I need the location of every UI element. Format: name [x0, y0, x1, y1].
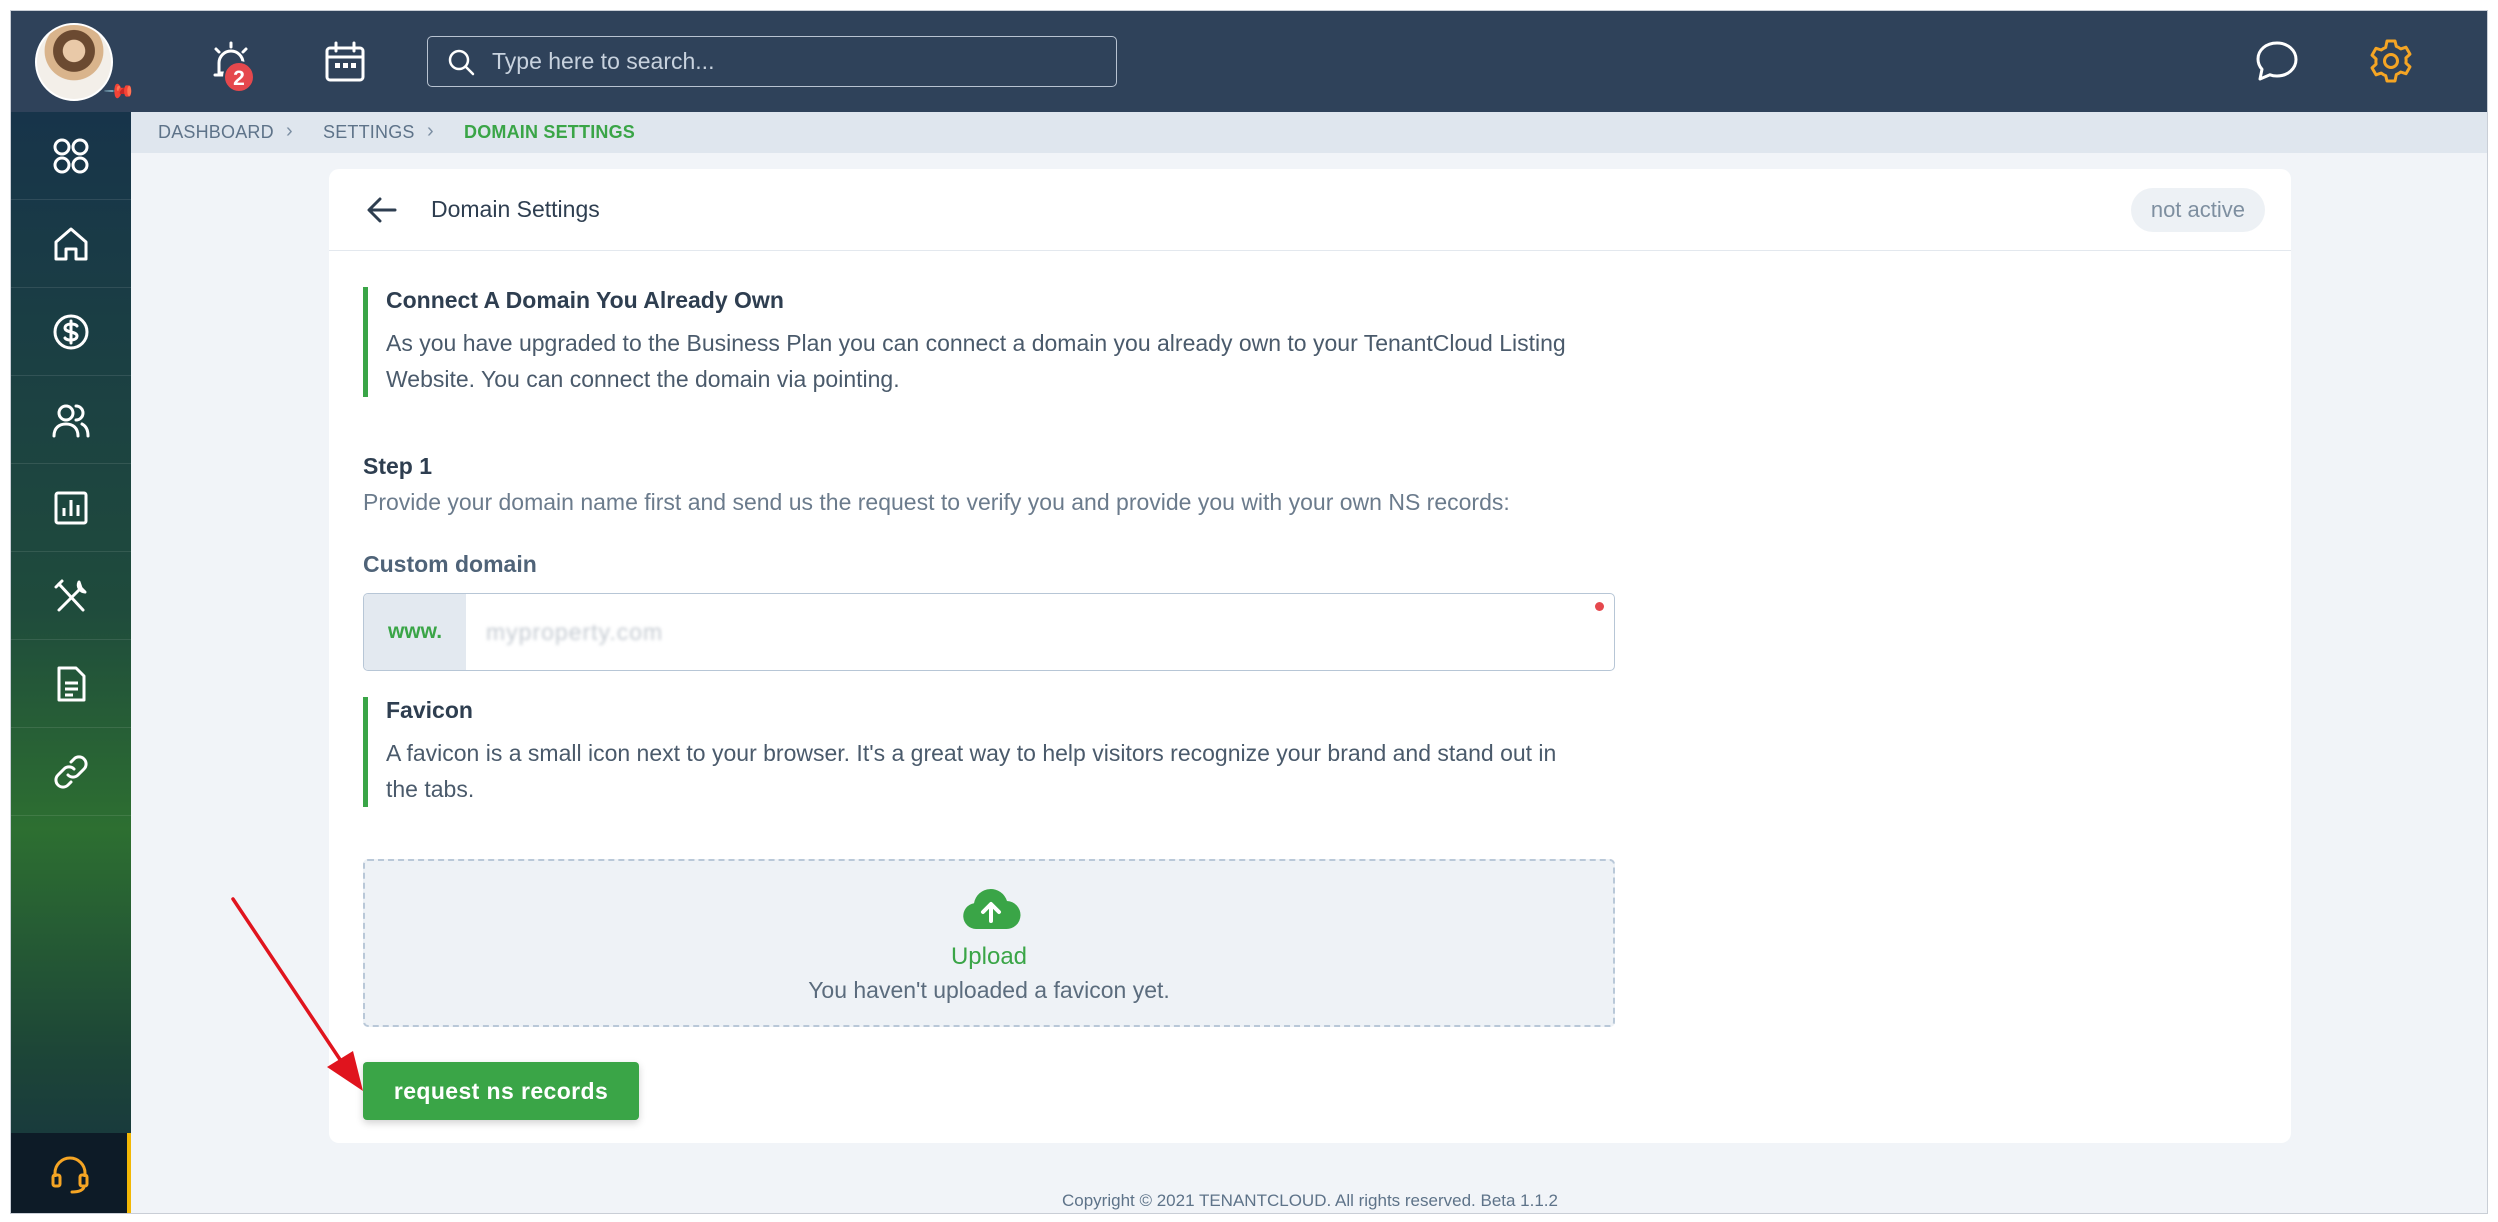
- connect-domain-text-line2: Website. You can connect the domain via …: [386, 366, 900, 392]
- user-avatar[interactable]: [35, 23, 113, 101]
- chevron-right-icon: ›: [427, 120, 434, 142]
- card-header: Domain Settings not active: [329, 169, 2291, 251]
- sidebar-item-reports[interactable]: [11, 464, 131, 552]
- sidebar-item-documents[interactable]: [11, 640, 131, 728]
- settings-gear-icon[interactable]: [2367, 37, 2415, 85]
- annotation-arrow-icon: [231, 897, 363, 1091]
- chat-icon[interactable]: [2253, 37, 2301, 85]
- top-bar: 📌 2: [11, 11, 2487, 112]
- favicon-info: Favicon A favicon is a small icon next t…: [363, 697, 1621, 807]
- upload-label[interactable]: Upload: [365, 943, 1613, 971]
- global-search[interactable]: [427, 36, 1117, 87]
- copyright-footer: Copyright © 2021 TENANTCLOUD. All rights…: [1062, 1191, 1558, 1210]
- notifications-badge: 2: [223, 61, 255, 93]
- upload-hint: You haven't uploaded a favicon yet.: [808, 977, 1170, 1003]
- dollar-icon: [53, 314, 89, 350]
- app-window: 📌 2 Type here to search... DASHBOARD › S…: [10, 10, 2488, 1214]
- document-icon: [57, 666, 86, 702]
- favicon-title: Favicon: [386, 697, 473, 723]
- breadcrumb: DASHBOARD › SETTINGS › DOMAIN SETTINGS: [131, 112, 2487, 153]
- home-icon: [54, 227, 88, 261]
- cloud-upload-icon: [963, 889, 1021, 930]
- sidebar-item-properties[interactable]: [11, 200, 131, 288]
- custom-domain-label: Custom domain: [363, 551, 537, 577]
- sidebar-item-accounting[interactable]: [11, 288, 131, 376]
- request-ns-records-button[interactable]: request ns records: [363, 1062, 639, 1120]
- favicon-text-line2: the tabs.: [386, 776, 475, 802]
- back-arrow-icon[interactable]: [365, 195, 399, 225]
- breadcrumb-settings[interactable]: SETTINGS: [323, 122, 415, 143]
- step-title: Step 1: [363, 453, 433, 479]
- sidebar-item-listings[interactable]: [11, 728, 131, 816]
- maintenance-tools-icon: [54, 579, 87, 612]
- connect-domain-text-line1: As you have upgraded to the Business Pla…: [386, 330, 1566, 356]
- required-indicator: [1595, 602, 1604, 611]
- step-description: Provide your domain name first and send …: [363, 489, 1510, 515]
- connect-domain-info: Connect A Domain You Already Own As you …: [363, 287, 1621, 397]
- apps-grid-icon: [53, 138, 89, 174]
- custom-domain-field: www.: [363, 593, 1615, 671]
- sidebar-item-dashboard[interactable]: [11, 112, 131, 200]
- sidebar-item-users[interactable]: [11, 376, 131, 464]
- favicon-text-line1: A favicon is a small icon next to your b…: [386, 740, 1557, 766]
- domain-settings-card: Domain Settings not active Connect A Dom…: [329, 169, 2291, 1143]
- favicon-upload-dropzone[interactable]: Upload You haven't uploaded a favicon ye…: [363, 859, 1615, 1027]
- headset-icon: [51, 1156, 89, 1194]
- status-badge: not active: [2130, 188, 2265, 232]
- calendar-icon[interactable]: [321, 39, 369, 87]
- chevron-right-icon: ›: [286, 120, 293, 142]
- connect-domain-title: Connect A Domain You Already Own: [386, 287, 784, 313]
- search-input[interactable]: [492, 43, 1092, 79]
- domain-prefix: www.: [364, 594, 466, 670]
- breadcrumb-dashboard[interactable]: DASHBOARD: [158, 122, 274, 143]
- custom-domain-input[interactable]: [486, 610, 1586, 654]
- search-icon: [448, 49, 475, 76]
- support-button[interactable]: [11, 1133, 131, 1213]
- sidebar-nav: [11, 112, 131, 1213]
- link-icon: [54, 755, 88, 789]
- breadcrumb-domain-settings: DOMAIN SETTINGS: [464, 122, 636, 142]
- reports-chart-icon: [54, 491, 88, 525]
- page-title: Domain Settings: [431, 196, 600, 222]
- sidebar-item-maintenance[interactable]: [11, 552, 131, 640]
- users-icon: [52, 404, 90, 438]
